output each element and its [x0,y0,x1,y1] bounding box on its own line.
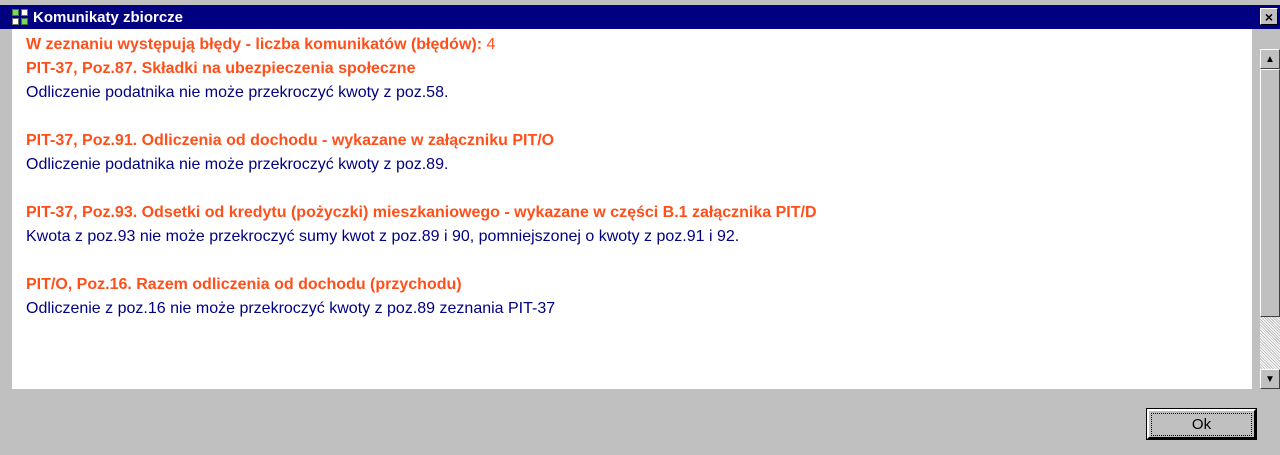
window-title: Komunikaty zbiorcze [33,8,184,26]
message-item: PIT-37, Poz.93. Odsetki od kredytu (poży… [26,201,1252,249]
message-item: PIT-37, Poz.87. Składki na ubezpieczenia… [26,57,1252,105]
error-count: 4 [486,36,496,53]
message-text: Kwota z poz.93 nie może przekroczyć sumy… [26,228,740,245]
messages-panel: W zeznaniu występują błędy - liczba komu… [12,29,1252,389]
summary-label: W zeznaniu występują błędy - liczba komu… [26,36,483,53]
ok-button-label: Ok [1150,412,1253,436]
title-bar[interactable]: Komunikaty zbiorcze × [0,5,1280,29]
ok-button[interactable]: Ok [1146,408,1257,440]
scroll-thumb[interactable] [1260,69,1280,317]
message-text: Odliczenie z poz.16 nie może przekroczyć… [26,300,556,317]
message-title: PIT-37, Poz.93. Odsetki od kredytu (poży… [26,204,817,221]
dialog-window: Komunikaty zbiorcze × W zeznaniu występu… [0,0,1280,455]
message-title: PIT-37, Poz.91. Odliczenia od dochodu - … [26,132,555,149]
scroll-track[interactable] [1260,317,1280,369]
close-button[interactable]: × [1260,8,1278,25]
error-summary: W zeznaniu występują błędy - liczba komu… [26,33,1252,57]
message-text: Odliczenie podatnika nie może przekroczy… [26,156,449,173]
scroll-down-button[interactable]: ▼ [1260,369,1280,389]
arrow-up-icon: ▲ [1265,53,1275,65]
close-icon: × [1264,8,1274,25]
arrow-down-icon: ▼ [1265,373,1275,385]
vertical-scrollbar[interactable]: ▲ ▼ [1260,49,1280,389]
message-text: Odliczenie podatnika nie może przekroczy… [26,84,449,101]
message-item: PIT-37, Poz.91. Odliczenia od dochodu - … [26,129,1252,177]
message-title: PIT-37, Poz.87. Składki na ubezpieczenia… [26,60,416,77]
message-item: PIT/O, Poz.16. Razem odliczenia od docho… [26,273,1252,321]
message-title: PIT/O, Poz.16. Razem odliczenia od docho… [26,276,462,293]
scroll-up-button[interactable]: ▲ [1260,49,1280,69]
app-icon [12,9,28,25]
